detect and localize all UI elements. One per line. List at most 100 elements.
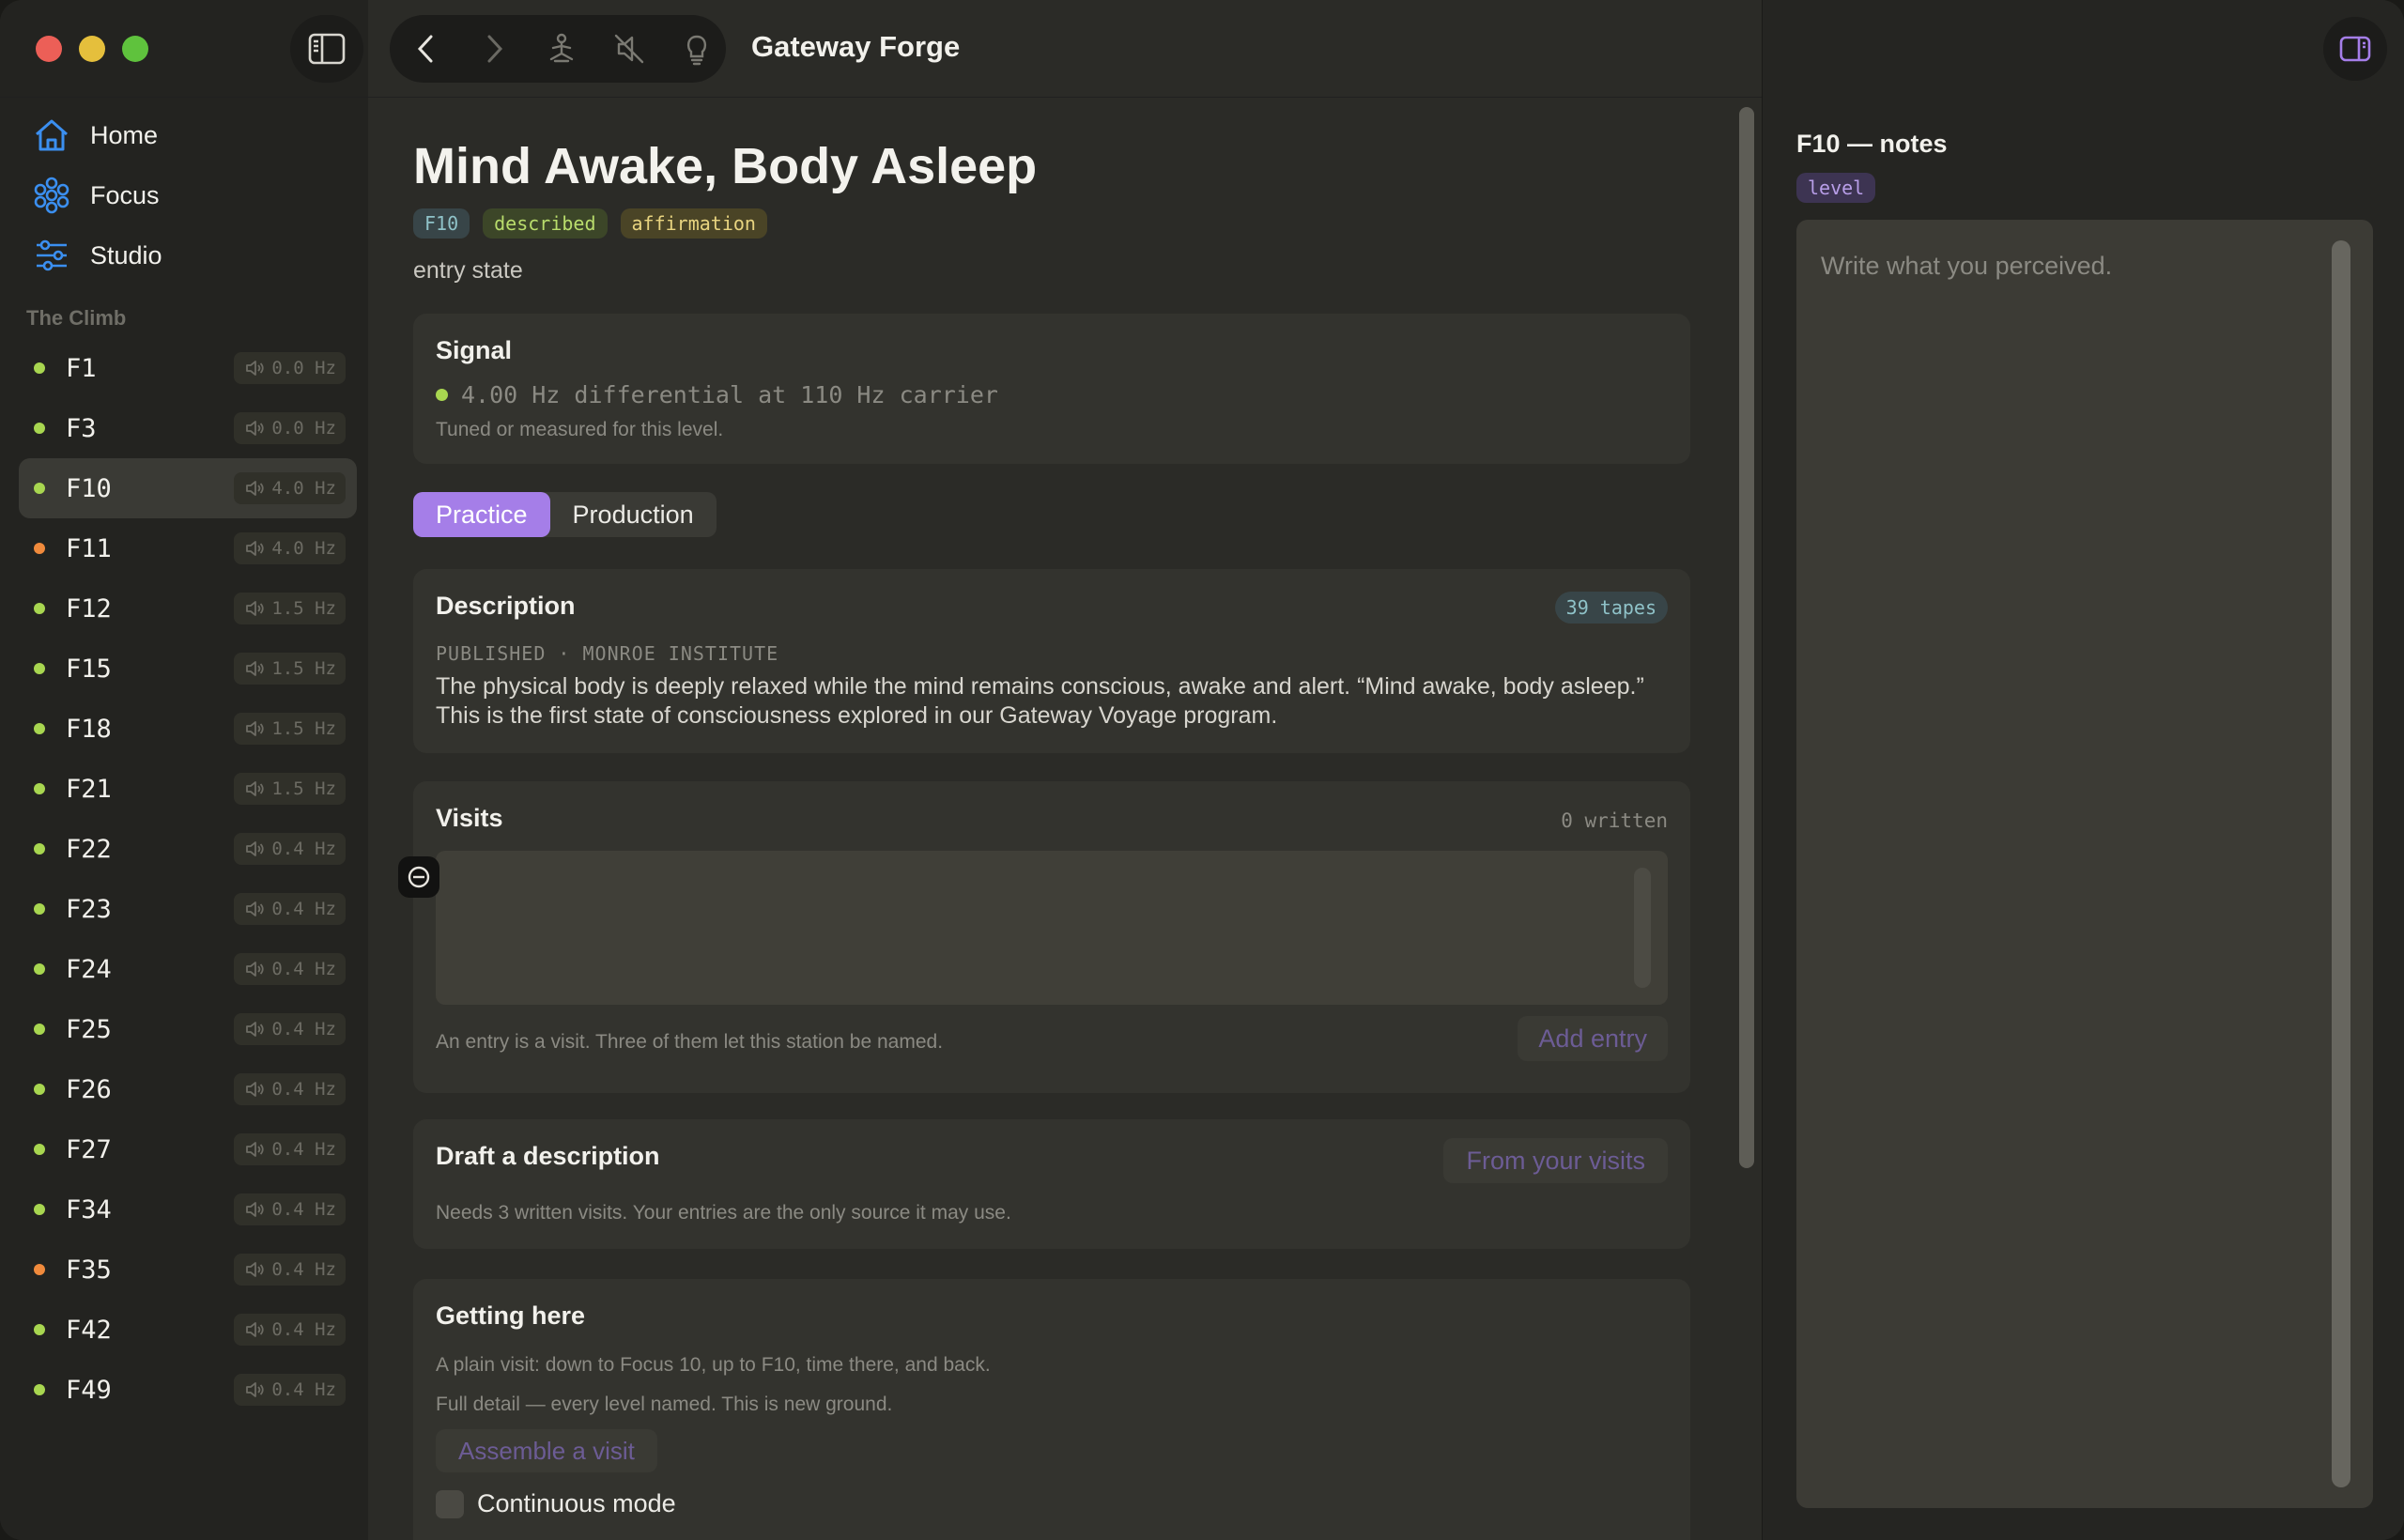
sidebar-item-f27[interactable]: F27 0.4 Hz: [19, 1119, 357, 1179]
draft-note: Needs 3 written visits. Your entries are…: [436, 1202, 1011, 1224]
level-name: F12: [66, 593, 112, 624]
visits-card: Visits 0 written An entry is a visit. Th…: [413, 781, 1690, 1093]
add-entry-button[interactable]: Add entry: [1518, 1016, 1668, 1061]
assemble-visit-button[interactable]: Assemble a visit: [436, 1429, 657, 1472]
signal-status-dot: [436, 389, 448, 401]
tab-production[interactable]: Production: [550, 492, 717, 537]
frequency-value: 0.4 Hz: [271, 1079, 336, 1100]
getting-here-line-2: Full detail — every level named. This is…: [436, 1394, 893, 1415]
notes-title: F10 — notes: [1796, 130, 1948, 158]
tag-affirmation: affirmation: [620, 208, 767, 239]
level-name: F42: [66, 1315, 112, 1345]
sidebar-item-f1[interactable]: F1 0.0 Hz: [19, 338, 357, 398]
frequency-value: 1.5 Hz: [271, 658, 336, 679]
nav-item-focus[interactable]: Focus: [32, 165, 162, 225]
description-title: Description: [436, 592, 576, 620]
floating-handle-button[interactable]: [398, 856, 439, 898]
frequency-badge: 0.4 Hz: [234, 1194, 346, 1225]
speaker-icon: [246, 661, 265, 676]
toggle-sidebar-button[interactable]: [290, 15, 363, 83]
sidebar-item-f26[interactable]: F26 0.4 Hz: [19, 1059, 357, 1119]
sidebar-item-f23[interactable]: F23 0.4 Hz: [19, 879, 357, 939]
focus-icon: [34, 177, 69, 214]
continuous-mode-option[interactable]: Continuous mode: [436, 1489, 676, 1518]
sidebar-item-f49[interactable]: F49 0.4 Hz: [19, 1360, 357, 1420]
visits-list[interactable]: [436, 851, 1668, 1005]
sidebar-item-f22[interactable]: F22 0.4 Hz: [19, 819, 357, 879]
sidebar-item-f24[interactable]: F24 0.4 Hz: [19, 939, 357, 999]
nav-item-studio[interactable]: Studio: [32, 225, 162, 285]
speaker-icon: [246, 721, 265, 736]
status-dot: [34, 1324, 45, 1335]
nav-item-home[interactable]: Home: [32, 105, 162, 165]
notes-panel: F10 — notes level Write what you perceiv…: [1762, 0, 2404, 1540]
back-icon[interactable]: [408, 31, 444, 67]
speaker-icon: [246, 541, 265, 556]
status-dot: [34, 723, 45, 734]
sidebar-item-f35[interactable]: F35 0.4 Hz: [19, 1240, 357, 1300]
visits-scrollbar[interactable]: [1634, 868, 1651, 988]
getting-here-line-1: A plain visit: down to Focus 10, up to F…: [436, 1354, 991, 1376]
speaker-icon: [246, 601, 265, 616]
frequency-value: 0.4 Hz: [271, 1259, 336, 1280]
sidebar-item-f21[interactable]: F21 1.5 Hz: [19, 759, 357, 819]
sidebar-item-f25[interactable]: F25 0.4 Hz: [19, 999, 357, 1059]
notes-textarea[interactable]: Write what you perceived.: [1796, 220, 2373, 1508]
forward-icon[interactable]: [476, 31, 512, 67]
sidebar-item-f15[interactable]: F15 1.5 Hz: [19, 639, 357, 699]
sidebar-item-f12[interactable]: F12 1.5 Hz: [19, 578, 357, 639]
frequency-badge: 0.0 Hz: [234, 352, 346, 384]
signal-card: Signal 4.00 Hz differential at 110 Hz ca…: [413, 314, 1690, 464]
main-scrollbar-thumb[interactable]: [1739, 107, 1754, 1168]
level-name: F22: [66, 834, 112, 864]
sidebar-item-f42[interactable]: F42 0.4 Hz: [19, 1300, 357, 1360]
level-name: F15: [66, 654, 112, 684]
sidebar: Home Focus Studio The Climb F1 0.0 Hz F3 0.…: [0, 0, 368, 1540]
level-name: F27: [66, 1134, 112, 1164]
frequency-value: 4.0 Hz: [271, 478, 336, 499]
status-dot: [34, 1144, 45, 1155]
tab-practice[interactable]: Practice: [413, 492, 550, 537]
notes-scrollbar[interactable]: [2332, 240, 2350, 1487]
frequency-badge: 0.4 Hz: [234, 953, 346, 985]
signal-title: Signal: [436, 336, 513, 364]
main-content: Mind Awake, Body Asleep F10 described af…: [368, 98, 1762, 1540]
page-title: Mind Awake, Body Asleep: [413, 138, 1038, 194]
published-label: PUBLISHED · MONROE INSTITUTE: [436, 642, 779, 665]
frequency-value: 0.4 Hz: [271, 839, 336, 859]
sidebar-item-f3[interactable]: F3 0.0 Hz: [19, 398, 357, 458]
main-scrollbar[interactable]: [1739, 103, 1754, 1538]
nav-label-focus: Focus: [90, 180, 160, 209]
frequency-value: 0.4 Hz: [271, 1019, 336, 1040]
toggle-inspector-button[interactable]: [2323, 17, 2387, 81]
frequency-value: 0.4 Hz: [271, 959, 336, 979]
speaker-icon: [246, 481, 265, 496]
toolbar-controls: [390, 15, 726, 83]
sidebar-item-f18[interactable]: F18 1.5 Hz: [19, 699, 357, 759]
continuous-mode-label: Continuous mode: [477, 1489, 676, 1517]
level-name: F21: [66, 774, 112, 804]
frequency-badge: 0.0 Hz: [234, 412, 346, 444]
frequency-value: 0.4 Hz: [271, 1319, 336, 1340]
frequency-badge: 4.0 Hz: [234, 532, 346, 564]
app-title: Gateway Forge: [751, 30, 961, 63]
inspector-toggle-icon: [2339, 36, 2371, 62]
tapes-badge: 39 tapes: [1554, 592, 1668, 624]
continuous-mode-checkbox[interactable]: [436, 1489, 464, 1518]
frequency-value: 1.5 Hz: [271, 598, 336, 619]
lightbulb-icon[interactable]: [679, 31, 715, 67]
description-text: The physical body is deeply relaxed whil…: [436, 673, 1644, 729]
status-dot: [34, 423, 45, 434]
sidebar-item-f10[interactable]: F10 4.0 Hz: [19, 458, 357, 518]
frequency-value: 0.4 Hz: [271, 1199, 336, 1220]
sidebar-item-f34[interactable]: F34 0.4 Hz: [19, 1179, 357, 1240]
sidebar-item-f11[interactable]: F11 4.0 Hz: [19, 518, 357, 578]
status-dot: [34, 963, 45, 975]
visits-title: Visits: [436, 804, 503, 832]
speaker-muted-icon[interactable]: [611, 31, 647, 67]
speaker-icon: [246, 1082, 265, 1097]
meditation-icon[interactable]: [544, 31, 579, 67]
frequency-badge: 1.5 Hz: [234, 773, 346, 805]
frequency-value: 1.5 Hz: [271, 778, 336, 799]
from-visits-button[interactable]: From your visits: [1443, 1138, 1668, 1183]
